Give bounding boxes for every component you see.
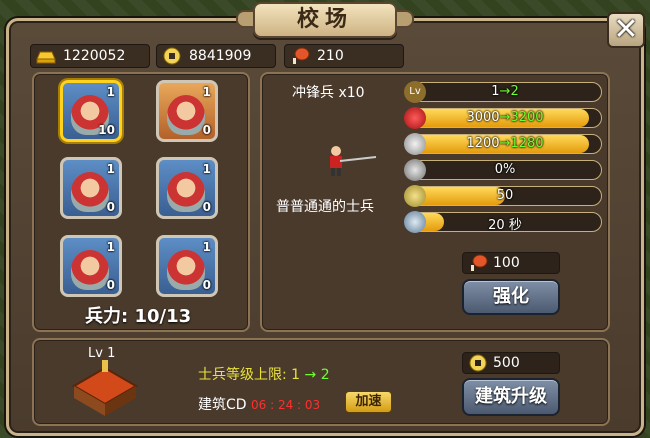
- speed-up-button[interactable]: 加速: [345, 391, 392, 413]
- unit-portrait: [167, 250, 205, 290]
- unit-level: 1: [106, 85, 115, 99]
- dialog-title-plate: 校场: [253, 2, 397, 38]
- unit-level: 1: [106, 240, 115, 254]
- food-value: 210: [317, 48, 344, 64]
- unit-count: 10: [98, 123, 115, 137]
- building-cost-value: 500: [493, 355, 520, 371]
- cap-arrow: →: [304, 367, 317, 383]
- unit-count: 0: [106, 278, 115, 292]
- train-time-value: 20 秒: [488, 218, 522, 232]
- unit-level: 1: [106, 162, 115, 176]
- soldier-level-cap: 士兵等级上限: 1 → 2: [198, 364, 330, 384]
- cooldown-timer: 06 : 24 : 03: [251, 398, 321, 412]
- upgrade-unit-button[interactable]: 强化: [462, 279, 560, 315]
- gold-ingot-value: 1220052: [63, 48, 126, 64]
- gold-ingot-icon: [36, 51, 56, 64]
- upgrade-cost-value: 100: [493, 255, 520, 271]
- upgrade-cost: 100: [462, 252, 560, 274]
- food-cost-bar: 50: [408, 186, 602, 206]
- unit-count: 0: [106, 200, 115, 214]
- cap-current: 士兵等级上限: 1: [198, 367, 301, 383]
- cap-next: 2: [320, 367, 330, 383]
- level-next: 2: [510, 84, 519, 99]
- meat-icon: [471, 254, 488, 271]
- food-counter: 210: [284, 44, 404, 68]
- hp-current: 3000: [466, 110, 500, 125]
- shield-icon: [404, 159, 426, 181]
- unit-slot-6[interactable]: 1 0: [156, 235, 218, 297]
- hp-bar: 3000→3200: [408, 108, 602, 128]
- unit-level: 1: [202, 240, 211, 254]
- unit-portrait: [71, 172, 109, 212]
- gold-ingot-counter: 1220052: [30, 44, 150, 68]
- level-icon: Lv: [404, 81, 426, 103]
- meat-icon: [293, 47, 310, 64]
- troop-strength: 兵力: 10/13: [85, 306, 192, 327]
- unit-slot-1[interactable]: 1 10: [60, 80, 122, 142]
- sword-icon: [404, 133, 426, 155]
- cooldown-label: 建筑CD: [198, 397, 247, 413]
- level-bar: 1→2: [408, 82, 602, 102]
- attack-next: 1280: [510, 136, 544, 151]
- unit-slot-3[interactable]: 1 0: [60, 157, 122, 219]
- upgrade-building-button[interactable]: 建筑升级: [462, 378, 560, 416]
- food-cost-value: 50: [496, 188, 514, 203]
- unit-sprite: [330, 146, 377, 176]
- defense-bar: 0%: [408, 160, 602, 180]
- level-current: 1: [491, 84, 500, 99]
- coin-icon: [163, 47, 181, 65]
- unit-slot-5[interactable]: 1 0: [60, 235, 122, 297]
- heart-icon: [404, 107, 426, 129]
- unit-portrait: [167, 95, 205, 135]
- coin-value: 8841909: [189, 48, 252, 64]
- food-icon: [404, 185, 426, 207]
- building-upgrade-cost: 500: [462, 352, 560, 374]
- unit-name: 冲锋兵 x10: [292, 85, 365, 101]
- attack-bar: 1200→1280: [408, 134, 602, 154]
- train-time-bar: 20 秒: [408, 212, 602, 232]
- hp-next: 3200: [510, 110, 544, 125]
- coin-icon: [469, 354, 487, 372]
- defense-value: 0%: [494, 162, 516, 177]
- unit-count: 0: [202, 200, 211, 214]
- unit-count: 0: [202, 278, 211, 292]
- dialog-title: 校场: [296, 7, 353, 32]
- unit-level: 1: [202, 162, 211, 176]
- close-button[interactable]: ✕: [607, 12, 645, 48]
- building-level: Lv 1: [88, 346, 116, 361]
- unit-level: 1: [202, 85, 211, 99]
- building-cooldown: 建筑CD 06 : 24 : 03: [198, 394, 320, 414]
- unit-portrait: [167, 172, 205, 212]
- unit-count: 0: [202, 123, 211, 137]
- unit-portrait: [71, 250, 109, 290]
- unit-slot-4[interactable]: 1 0: [156, 157, 218, 219]
- coin-counter: 8841909: [156, 44, 276, 68]
- unit-slot-2[interactable]: 1 0: [156, 80, 218, 142]
- building-icon: [72, 360, 138, 416]
- unit-description: 普普通通的士兵: [276, 199, 374, 215]
- attack-current: 1200: [466, 136, 500, 151]
- hourglass-icon: [404, 211, 426, 233]
